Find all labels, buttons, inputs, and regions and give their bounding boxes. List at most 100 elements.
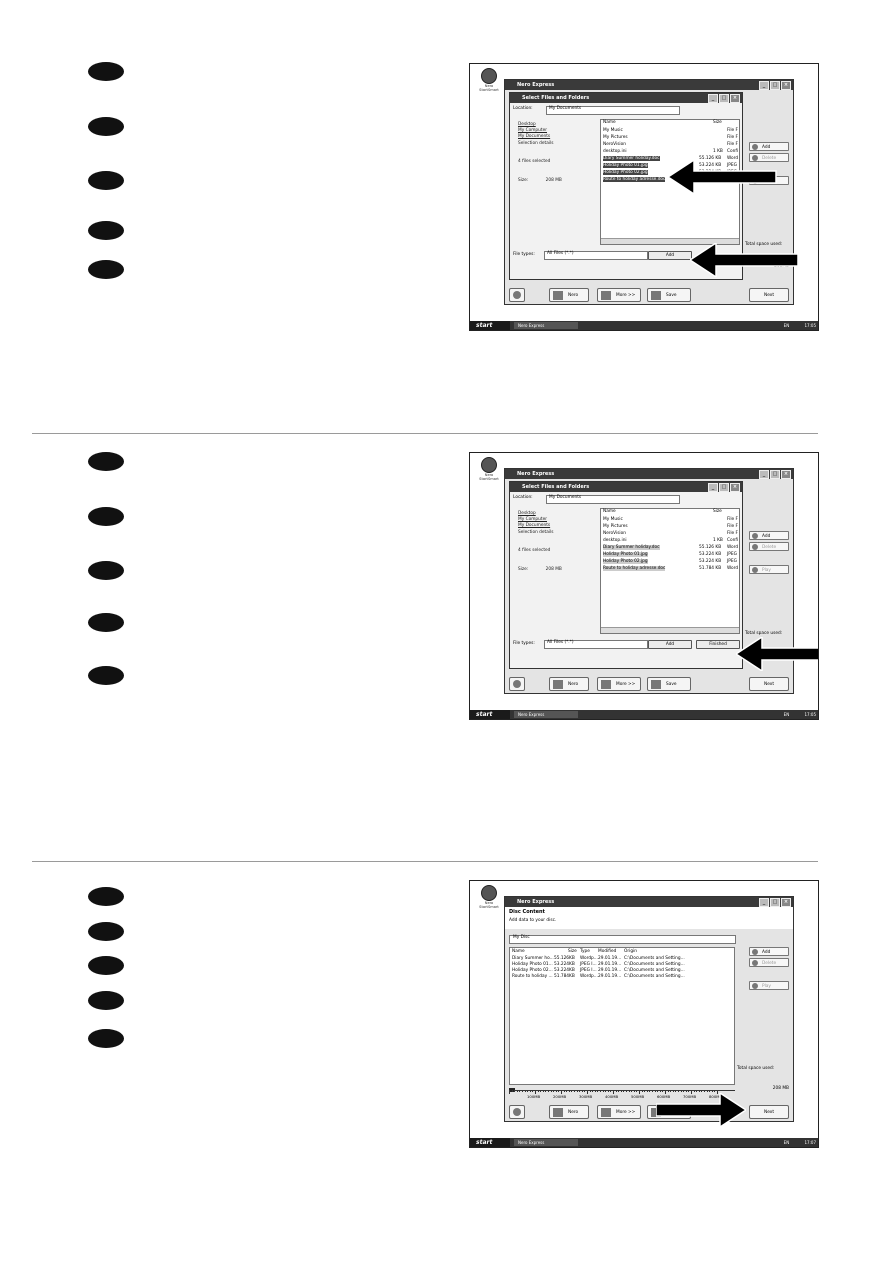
- cell-size: 51.784KB: [554, 974, 575, 979]
- more-button[interactable]: More >>: [597, 1105, 641, 1119]
- right-play-button[interactable]: Play: [749, 565, 789, 574]
- list-item[interactable]: Route to holiday adresse.doc 51.784 KB Wor…: [603, 566, 738, 573]
- link-desktop[interactable]: Desktop: [518, 511, 562, 517]
- cell-modified: 29.01.19...: [598, 968, 622, 973]
- save-label: Save: [666, 682, 677, 687]
- next-button[interactable]: Next: [749, 677, 789, 691]
- help-button[interactable]: [509, 1105, 525, 1119]
- ruler-tick: [519, 1090, 521, 1092]
- cell-origin: C:\Documents and Setting...: [624, 956, 685, 961]
- ruler-label: 400MB: [605, 1094, 619, 1099]
- close-button[interactable]: ×: [730, 94, 740, 103]
- location-select[interactable]: My Documents: [546, 495, 680, 504]
- col-name[interactable]: Name: [603, 120, 616, 125]
- desktop-icon[interactable]: Nero StartSmart: [476, 885, 502, 910]
- next-label: Next: [764, 682, 775, 687]
- right-play-label: Play: [762, 984, 771, 989]
- maximize-button[interactable]: □: [719, 483, 729, 492]
- file-type: Confi: [727, 149, 739, 154]
- system-tray: EN 17:05: [784, 321, 816, 330]
- cell-origin: C:\Documents and Setting...: [624, 968, 685, 973]
- disc-name-field[interactable]: My Disc: [509, 935, 736, 944]
- minimize-button[interactable]: _: [759, 898, 769, 907]
- right-play-button[interactable]: Play: [749, 981, 789, 990]
- save-button[interactable]: Save: [647, 288, 691, 302]
- next-button[interactable]: Next: [749, 288, 789, 302]
- start-button[interactable]: start: [470, 710, 510, 719]
- total-space-label: Total space used:: [745, 631, 783, 636]
- nero-button[interactable]: Nero: [549, 677, 589, 691]
- next-button[interactable]: Next: [749, 1105, 789, 1119]
- horizontal-scrollbar[interactable]: [601, 627, 739, 633]
- finished-button[interactable]: Finished: [696, 640, 740, 649]
- link-desktop[interactable]: Desktop: [518, 122, 562, 128]
- help-button[interactable]: [509, 288, 525, 302]
- more-button[interactable]: More >>: [597, 288, 641, 302]
- col-size[interactable]: Size: [568, 949, 577, 955]
- taskbar: start Nero Express EN 17:05: [470, 321, 818, 330]
- right-delete-button[interactable]: Delete: [749, 542, 789, 551]
- add-button[interactable]: Add: [648, 640, 692, 649]
- help-button[interactable]: [509, 677, 525, 691]
- ruler-tick: [644, 1090, 646, 1092]
- close-button[interactable]: ×: [730, 483, 740, 492]
- maximize-button[interactable]: □: [770, 470, 780, 479]
- link-my-documents[interactable]: My Documents: [518, 135, 562, 140]
- minimize-button[interactable]: _: [708, 94, 718, 103]
- file-name: Holiday Photo 02.jpg: [603, 170, 648, 175]
- cell-origin: C:\Documents and Setting...: [624, 962, 685, 967]
- ruler-tick: [576, 1090, 578, 1092]
- location-select[interactable]: My Documents: [546, 106, 680, 115]
- size-label: Size:: [518, 567, 529, 573]
- nero-button[interactable]: Nero: [549, 288, 589, 302]
- desktop-icon[interactable]: Nero StartSmart: [476, 68, 502, 93]
- desktop-icon[interactable]: Nero StartSmart: [476, 457, 502, 482]
- col-origin[interactable]: Origin: [624, 949, 637, 955]
- file-types-select[interactable]: All Files (*.*): [544, 640, 648, 649]
- total-space-label: Total space used:: [737, 1066, 775, 1071]
- cell-origin: C:\Documents and Setting...: [624, 974, 685, 979]
- ruler-tick: [620, 1090, 622, 1092]
- system-tray: EN 17:07: [784, 1138, 816, 1147]
- taskbar-item[interactable]: Nero Express: [514, 711, 578, 718]
- file-types-select[interactable]: All Files (*.*): [544, 251, 648, 260]
- right-add-button[interactable]: Add: [749, 947, 789, 956]
- section-header: Disc Content Add data to your disc.: [505, 907, 793, 929]
- taskbar: start Nero Express EN 17:05: [470, 710, 818, 719]
- close-button[interactable]: ×: [781, 81, 791, 90]
- col-type[interactable]: Type: [580, 949, 590, 955]
- ruler-tick: [594, 1090, 596, 1092]
- taskbar-item[interactable]: Nero Express: [514, 322, 578, 329]
- more-button[interactable]: More >>: [597, 677, 641, 691]
- ruler-tick: [600, 1090, 601, 1092]
- close-button[interactable]: ×: [781, 898, 791, 907]
- nero-button[interactable]: Nero: [549, 1105, 589, 1119]
- section-divider: [32, 433, 818, 434]
- maximize-button[interactable]: □: [770, 81, 780, 90]
- col-name[interactable]: Name: [603, 509, 616, 514]
- ruler-tick: [561, 1090, 562, 1094]
- col-size[interactable]: Size: [713, 509, 722, 515]
- minimize-button[interactable]: _: [759, 470, 769, 479]
- window-title: Nero Express: [517, 899, 555, 905]
- cell-name: Diary Summer ho...: [512, 956, 554, 961]
- start-button[interactable]: start: [470, 1138, 510, 1147]
- col-modified[interactable]: Modified: [598, 949, 616, 955]
- minimize-button[interactable]: _: [759, 81, 769, 90]
- add-button[interactable]: Add: [648, 251, 692, 260]
- link-my-documents[interactable]: My Documents: [518, 524, 562, 529]
- col-size[interactable]: Size: [713, 120, 722, 126]
- col-name[interactable]: Name: [512, 949, 525, 955]
- tray-language: EN: [783, 1140, 790, 1145]
- minimize-button[interactable]: _: [708, 483, 718, 492]
- taskbar-item[interactable]: Nero Express: [514, 1139, 578, 1146]
- right-delete-button[interactable]: Delete: [749, 958, 789, 967]
- right-add-button[interactable]: Add: [749, 531, 789, 540]
- maximize-button[interactable]: □: [770, 898, 780, 907]
- right-add-button[interactable]: Add: [749, 142, 789, 151]
- close-button[interactable]: ×: [781, 470, 791, 479]
- start-button[interactable]: start: [470, 321, 510, 330]
- maximize-button[interactable]: □: [719, 94, 729, 103]
- save-button[interactable]: Save: [647, 677, 691, 691]
- nero-icon: [481, 885, 497, 901]
